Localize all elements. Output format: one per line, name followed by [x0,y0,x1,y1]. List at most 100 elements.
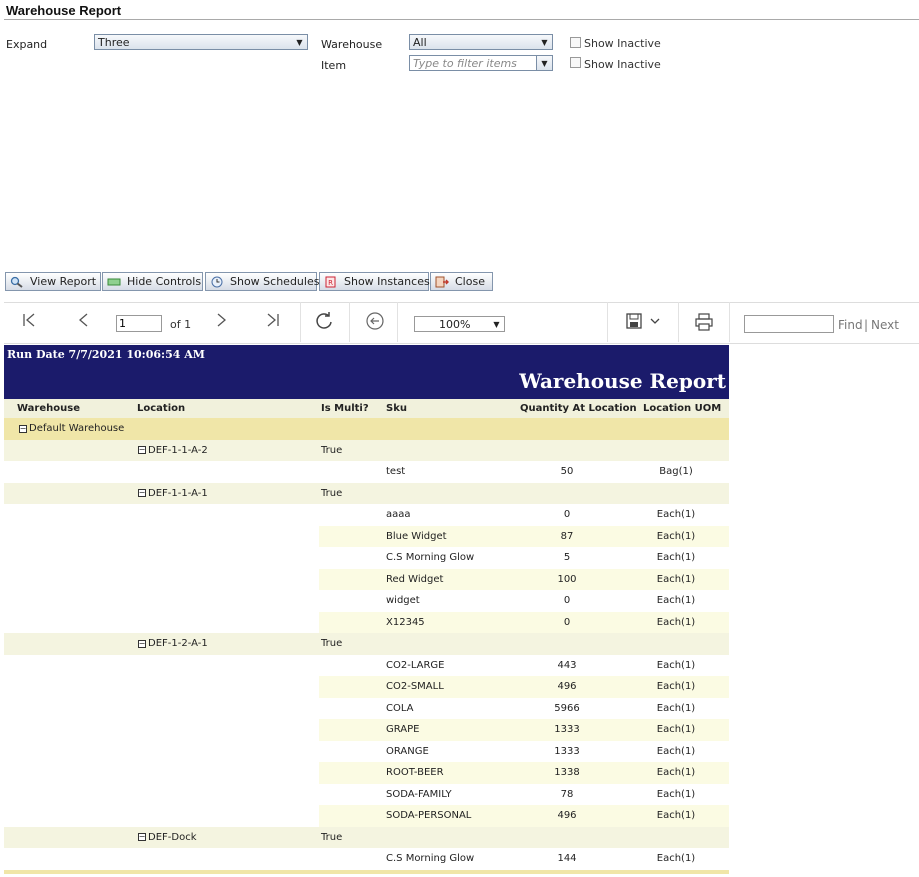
table-row: X12345 0 Each(1) [4,611,729,633]
view-report-button[interactable]: View Report [5,272,101,291]
next-link[interactable]: Next [871,318,899,332]
collapse-icon[interactable]: − [138,833,146,842]
print-icon[interactable] [695,313,713,335]
uom-cell: Each(1) [656,745,696,757]
uom-cell: Each(1) [656,616,696,628]
table-row: Blue Widget 87 Each(1) [4,525,729,547]
sku-cell: CO2-LARGE [386,659,445,671]
uom-cell: Each(1) [656,853,696,865]
sku-cell: COLA [386,702,414,714]
first-page-icon[interactable] [21,312,37,332]
quantity-cell: 496 [557,681,577,693]
column-header-is-multi: Is Multi? [321,403,369,414]
next-page-icon[interactable] [213,312,229,332]
uom-cell: Each(1) [656,659,696,671]
chevron-down-icon: ▼ [296,37,303,47]
table-row: aaaa 0 Each(1) [4,504,729,526]
sku-cell: GRAPE [386,724,420,736]
sku-cell: SODA-FAMILY [386,788,452,800]
location-name: DEF-1-1-A-1 [148,487,208,499]
quantity-cell: 0 [563,595,571,607]
sku-cell: aaaa [386,509,411,521]
uom-cell: Each(1) [656,724,696,736]
report-body: Run Date 7/7/2021 10:06:54 AM Warehouse … [4,345,729,874]
is-multi-value: True [321,444,343,456]
column-header-row: Warehouse Location Is Multi? Sku Quantit… [4,399,729,418]
view-report-label: View Report [30,275,97,288]
report-rows: − DEF-1-1-A-2 True test 50 Bag(1) − DEF-1-1-A-1… [4,439,729,874]
location-group-row: − DEF-1-1-A-1 True [4,482,729,504]
uom-cell: Each(1) [656,788,696,800]
report-title: Warehouse Report [519,369,726,393]
table-row: test 50 Bag(1) [4,461,729,483]
chevron-down-icon: ▼ [493,319,500,329]
find-input[interactable] [744,315,834,333]
hide-controls-icon [107,276,121,288]
location-name: DEF-1-2-A-1 [148,638,208,650]
expand-dropdown[interactable]: Three ▼ [94,34,308,50]
item-filter-input[interactable]: Type to filter items ▼ [409,55,553,71]
last-page-icon[interactable] [265,312,281,332]
find-link[interactable]: Find [838,318,863,332]
quantity-cell: 0 [563,509,571,521]
show-instances-label: Show Instances [344,275,430,288]
sku-cell: Red Widget [386,573,444,585]
collapse-icon[interactable]: − [138,446,146,455]
warehouse-dropdown[interactable]: All ▼ [409,34,553,50]
collapse-icon[interactable]: − [138,639,146,648]
table-row: C.S Morning Glow 5 Each(1) [4,547,729,569]
column-header-warehouse: Warehouse [17,403,80,414]
zoom-dropdown[interactable]: 100% ▼ [414,316,505,332]
location-group-row: − DEF-1-2-A-1 True [4,633,729,655]
uom-cell: Each(1) [656,681,696,693]
toolbar-divider [678,302,679,342]
quantity-cell: 1333 [554,745,580,757]
toolbar-divider [607,302,608,342]
uom-cell: Each(1) [656,810,696,822]
quantity-cell: 5 [563,552,571,564]
page-title: Warehouse Report [6,3,122,18]
clock-icon [210,276,224,288]
table-row: widget 0 Each(1) [4,590,729,612]
report-footer-band [4,869,729,874]
chevron-down-icon[interactable]: ▼ [536,56,552,70]
uom-cell: Each(1) [656,595,696,607]
warehouse-value: All [413,35,427,49]
refresh-icon[interactable] [314,311,334,335]
toolbar-divider [729,302,730,342]
collapse-icon[interactable]: − [138,489,146,498]
show-inactive-warehouse-checkbox[interactable] [570,37,581,48]
sku-cell: CO2-SMALL [386,681,444,693]
show-instances-button[interactable]: R Show Instances [319,272,430,291]
chevron-down-icon: ▼ [541,37,548,47]
back-icon[interactable] [366,312,384,334]
close-button[interactable]: Close [430,272,493,291]
is-multi-value: True [321,638,343,650]
location-group-row: − DEF-1-1-A-2 True [4,439,729,461]
quantity-cell: 78 [560,788,574,800]
show-schedules-button[interactable]: Show Schedules [205,272,319,291]
show-inactive-warehouse-label: Show Inactive [584,37,661,50]
table-row: ORANGE 1333 Each(1) [4,741,729,763]
quantity-cell: 50 [560,466,574,478]
column-header-uom: Location UOM [643,403,722,414]
close-icon [435,276,449,288]
toolbar-divider [300,302,301,342]
expand-value: Three [98,35,130,49]
collapse-icon[interactable]: − [19,424,27,433]
quantity-cell: 5966 [554,702,580,714]
page-number-input[interactable] [116,315,162,332]
save-icon[interactable] [626,313,660,333]
zoom-value: 100% [439,317,471,331]
title-divider [4,19,919,20]
show-inactive-item-checkbox[interactable] [570,57,581,68]
table-row: Red Widget 100 Each(1) [4,568,729,590]
hide-controls-button[interactable]: Hide Controls [102,272,203,291]
location-name: DEF-Dock [148,831,197,843]
quantity-cell: 443 [557,659,577,671]
quantity-cell: 1333 [554,724,580,736]
sku-cell: C.S Morning Glow [386,853,475,865]
previous-page-icon[interactable] [76,312,92,332]
uom-cell: Each(1) [656,767,696,779]
uom-cell: Each(1) [656,530,696,542]
